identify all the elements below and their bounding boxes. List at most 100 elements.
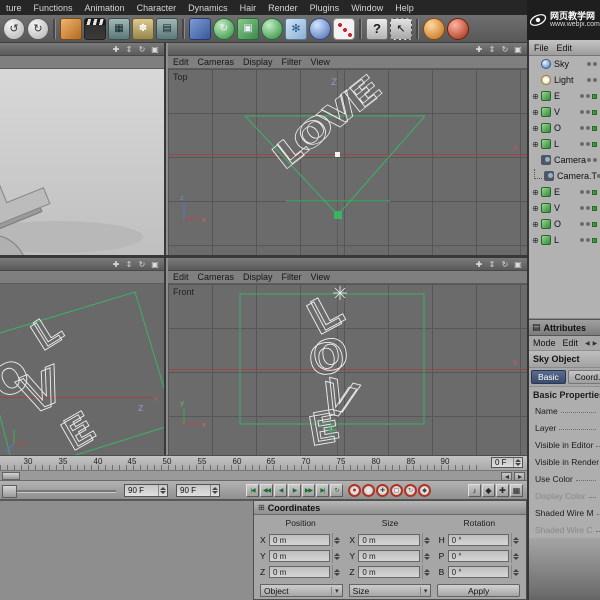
visibility-toggles[interactable]	[580, 238, 597, 243]
timeline-ruler[interactable]: 30 35 40 45 50 55 60 65 70 75 80 85 90 0…	[0, 455, 527, 471]
prev-key-button[interactable]: ◀◀	[260, 484, 273, 497]
pan-icon[interactable]: ✚	[474, 259, 484, 270]
record-position-button[interactable]: ✚	[376, 484, 389, 497]
viewport-titlebar[interactable]: ✚ ⇕ ↻ ▣	[168, 43, 527, 56]
goto-start-button[interactable]: |◀	[246, 484, 259, 497]
metaball-icon[interactable]	[309, 18, 331, 40]
expand-toggle[interactable]: ⊕	[532, 236, 541, 245]
rotate-icon[interactable]: ↻	[137, 259, 147, 270]
shader-icon[interactable]	[447, 18, 469, 40]
vp-menu-cameras[interactable]: Cameras	[198, 272, 235, 282]
viewport-titlebar[interactable]: ✚ ⇕ ↻ ▣	[0, 43, 164, 56]
size-x-field[interactable]: 0 m	[358, 534, 419, 546]
size-z-stepper[interactable]	[422, 565, 431, 579]
frame-slider-groove[interactable]	[4, 490, 116, 493]
slider-left-button[interactable]	[501, 472, 512, 481]
selection-icon[interactable]: ↖	[390, 18, 412, 40]
sound-button[interactable]: ♪	[468, 484, 481, 497]
tab-coord[interactable]: Coord.	[568, 370, 600, 384]
vp-menu-edit[interactable]: Edit	[173, 57, 189, 67]
expand-toggle[interactable]: ⊕	[532, 108, 541, 117]
material-icon[interactable]	[423, 18, 445, 40]
toggle-view-icon[interactable]: ▣	[513, 259, 523, 270]
attributes-header[interactable]: ▤ Attributes	[529, 319, 600, 336]
object-row-light[interactable]: Light	[529, 72, 600, 88]
hypernurbs-icon[interactable]: ↻	[213, 18, 235, 40]
tab-basic[interactable]: Basic	[531, 370, 566, 384]
menu-item-character[interactable]: Character	[131, 3, 183, 13]
viewport-canvas-front[interactable]: Front x L L O O V V E E	[168, 284, 527, 457]
timeline-slider-handle[interactable]	[2, 472, 20, 480]
vp-menu-edit[interactable]: Edit	[173, 272, 189, 282]
size-y-field[interactable]: 0 m	[358, 550, 419, 562]
rot-h-stepper[interactable]	[511, 533, 520, 547]
coordinates-header[interactable]: ⊞ Coordinates	[254, 501, 526, 515]
visibility-toggles[interactable]	[580, 126, 597, 131]
render-settings-icon[interactable]: ✽	[132, 18, 154, 40]
rot-h-field[interactable]: 0 °	[448, 534, 509, 546]
zoom-icon[interactable]: ⇕	[124, 44, 134, 55]
visibility-toggles[interactable]	[587, 62, 597, 66]
viewport-titlebar[interactable]: ✚ ⇕ ↻ ▣	[0, 258, 164, 271]
object-row-camera[interactable]: Camera	[529, 152, 600, 168]
attr-menu-edit[interactable]: Edit	[563, 338, 579, 348]
back-icon[interactable]: ◀	[585, 340, 590, 347]
undo-icon[interactable]: ↺	[3, 18, 25, 40]
prop-row-visible-render[interactable]: Visible in Render	[529, 453, 600, 470]
dice-icon[interactable]	[333, 18, 355, 40]
vp-menu-view[interactable]: View	[311, 57, 330, 67]
slider-right-button[interactable]	[514, 472, 525, 481]
pan-icon[interactable]: ✚	[474, 44, 484, 55]
expand-toggle[interactable]: ⊕	[532, 220, 541, 229]
object-row-v2[interactable]: ⊕V	[529, 200, 600, 216]
expand-toggle[interactable]: ⊕	[532, 188, 541, 197]
object-row-o[interactable]: ⊕O	[529, 120, 600, 136]
pos-y-field[interactable]: 0 m	[269, 550, 330, 562]
menu-item-window[interactable]: Window	[345, 3, 389, 13]
size-x-stepper[interactable]	[422, 533, 431, 547]
viewport-canvas-perspective[interactable]: L L O	[0, 69, 164, 257]
object-row-v[interactable]: ⊕V	[529, 104, 600, 120]
menu-item-dynamics[interactable]: Dynamics	[182, 3, 234, 13]
expand-toggle[interactable]: ⊕	[532, 204, 541, 213]
render-view-icon[interactable]	[84, 18, 106, 40]
rot-p-field[interactable]: 0 °	[448, 550, 509, 562]
autokey-button[interactable]	[362, 484, 375, 497]
pos-y-stepper[interactable]	[332, 549, 341, 563]
size-y-stepper[interactable]	[422, 549, 431, 563]
visibility-toggles[interactable]	[580, 206, 597, 211]
record-rotation-button[interactable]: ↻	[404, 484, 417, 497]
toggle-view-icon[interactable]: ▣	[150, 44, 160, 55]
particles-icon[interactable]: ✻	[285, 18, 307, 40]
expand-toggle[interactable]: ⊕	[532, 92, 541, 101]
snap-button[interactable]: ✚	[496, 484, 509, 497]
start-frame-stepper[interactable]	[158, 485, 167, 496]
vp-menu-cameras[interactable]: Cameras	[198, 57, 235, 67]
pos-x-stepper[interactable]	[332, 533, 341, 547]
menu-item-plugins[interactable]: Plugins	[304, 3, 346, 13]
size-dropdown[interactable]: Size ▾	[349, 584, 432, 597]
visibility-toggles[interactable]	[580, 142, 597, 147]
om-menu-file[interactable]: File	[534, 43, 549, 53]
rot-p-stepper[interactable]	[511, 549, 520, 563]
record-keyframe-button[interactable]: ●	[348, 484, 361, 497]
layers-button[interactable]: ▦	[510, 484, 523, 497]
prev-frame-button[interactable]: ◀	[274, 484, 287, 497]
render-active-icon[interactable]: ▦	[108, 18, 130, 40]
menu-item-help[interactable]: Help	[389, 3, 420, 13]
zoom-icon[interactable]: ⇕	[487, 259, 497, 270]
menu-item-functions[interactable]: Functions	[28, 3, 79, 13]
frame-slider-handle[interactable]	[2, 485, 17, 498]
visibility-toggles[interactable]	[587, 78, 597, 82]
visibility-toggles[interactable]	[580, 222, 597, 227]
object-row-l[interactable]: ⊕L	[529, 136, 600, 152]
rotate-icon[interactable]: ↻	[137, 44, 147, 55]
vp-menu-view[interactable]: View	[311, 272, 330, 282]
object-row-e2[interactable]: ⊕E	[529, 184, 600, 200]
object-dropdown[interactable]: Object ▾	[260, 584, 343, 597]
next-frame-button[interactable]: ▶▶	[302, 484, 315, 497]
primitive-cube-icon[interactable]	[189, 18, 211, 40]
rotate-icon[interactable]: ↻	[500, 259, 510, 270]
pan-icon[interactable]: ✚	[111, 259, 121, 270]
frame-stepper[interactable]	[513, 458, 522, 467]
